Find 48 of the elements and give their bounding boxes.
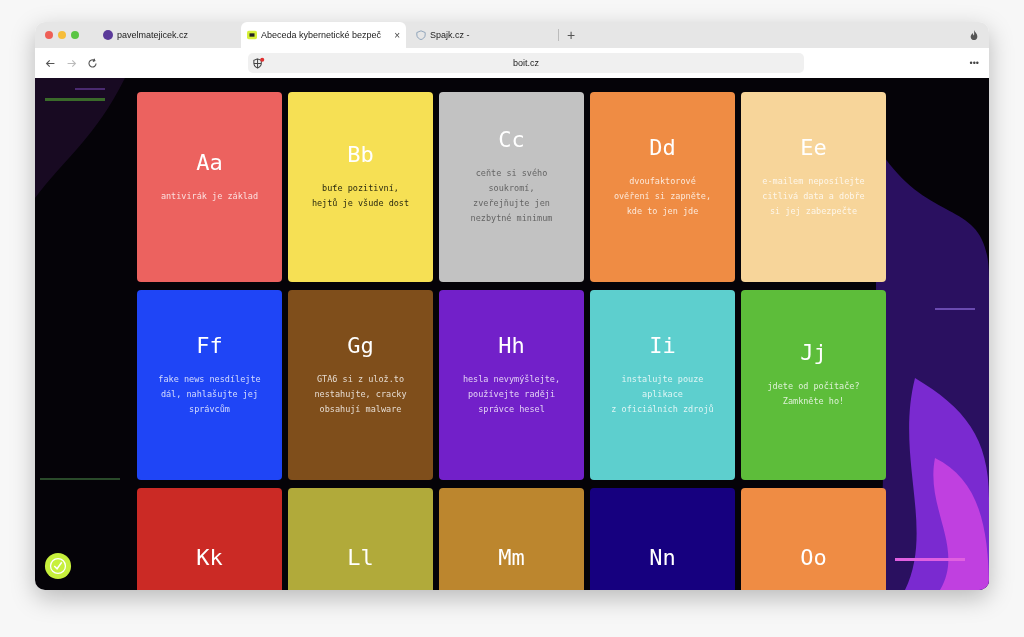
card-letter: Ff xyxy=(196,331,223,360)
card-letter: Kk xyxy=(196,544,223,572)
card-letter: Cc xyxy=(498,126,525,154)
reload-icon[interactable] xyxy=(87,57,98,69)
card-letter: Ee xyxy=(800,133,827,162)
shield-icon[interactable] xyxy=(252,56,265,70)
close-tab-button[interactable]: × xyxy=(394,29,400,41)
check-badge-icon[interactable] xyxy=(44,552,72,580)
card-letter: Gg xyxy=(347,331,374,360)
letter-card[interactable]: Hh hesla nevymýšlejte, používejte raději správce hesel xyxy=(439,290,584,480)
letter-card[interactable]: Gg GTA6 si z ulož.to nestahujte, cracky obsahují malware xyxy=(288,290,433,480)
shield-icon xyxy=(416,30,426,40)
card-letter: Hh xyxy=(498,331,525,360)
browser-tab[interactable]: Abeceda kybernetické bezpeč × xyxy=(241,22,406,48)
letter-card[interactable]: Kk xyxy=(137,488,282,590)
letter-card[interactable]: Cc ceňte si svého soukromí, zveřejňujte jen nezbytné minimum xyxy=(439,92,584,282)
browser-tab[interactable]: pavelmatejicek.cz xyxy=(97,22,237,48)
card-tip: e-mailem neposílejte citlivá data a dobře si jej zabezpečte xyxy=(761,174,866,218)
letter-card[interactable]: Ff fake news nesdílejte dál, nahlašujte jej správcům xyxy=(137,290,282,480)
card-tip: antivirák je základ xyxy=(159,189,260,203)
card-tip: dvoufaktorové ověření si zapněte, kde to jen jde xyxy=(612,174,713,218)
card-tip: GTA6 si z ulož.to nestahujte, cracky obsahují malware xyxy=(313,372,408,416)
card-letter: Nn xyxy=(649,544,676,572)
card-letter: Ll xyxy=(347,544,374,572)
new-tab-button[interactable]: + xyxy=(567,27,576,43)
browser-tab[interactable]: Spajk.cz - xyxy=(410,22,550,48)
card-letter: Mm xyxy=(498,544,525,572)
card-letter: Jj xyxy=(800,339,827,367)
site-logo-icon xyxy=(247,30,257,40)
back-icon[interactable] xyxy=(45,57,56,69)
letter-card[interactable]: Nn xyxy=(590,488,735,590)
letter-card[interactable]: Bb buťe pozitivní, hejtů je všude dost xyxy=(288,92,433,282)
card-letter: Oo xyxy=(800,544,827,572)
menu-button[interactable]: ••• xyxy=(969,58,979,68)
card-letter: Ii xyxy=(649,331,676,360)
close-window-icon[interactable] xyxy=(45,31,53,39)
card-letter: Dd xyxy=(649,133,676,162)
card-tip: fake news nesdílejte dál, nahlašujte jej správcům xyxy=(157,372,262,416)
flame-icon[interactable] xyxy=(969,29,979,41)
card-letter: Bb xyxy=(347,141,374,169)
card-tip: instalujte pouze aplikace z oficiálních zdrojů xyxy=(610,372,715,416)
card-tip: ceňte si svého soukromí, zveřejňujte jen nezbytné minimum xyxy=(469,167,554,225)
address-bar[interactable]: boit.cz xyxy=(248,53,804,73)
card-tip: hesla nevymýšlejte, používejte raději správce hesel xyxy=(461,372,562,416)
card-letter: Aa xyxy=(196,148,223,177)
site-logo-icon xyxy=(103,30,113,40)
card-tip: buťe pozitivní, hejtů je všude dost xyxy=(310,182,411,210)
card-tip: jdete od počítače? Zamkněte ho! xyxy=(766,380,861,408)
